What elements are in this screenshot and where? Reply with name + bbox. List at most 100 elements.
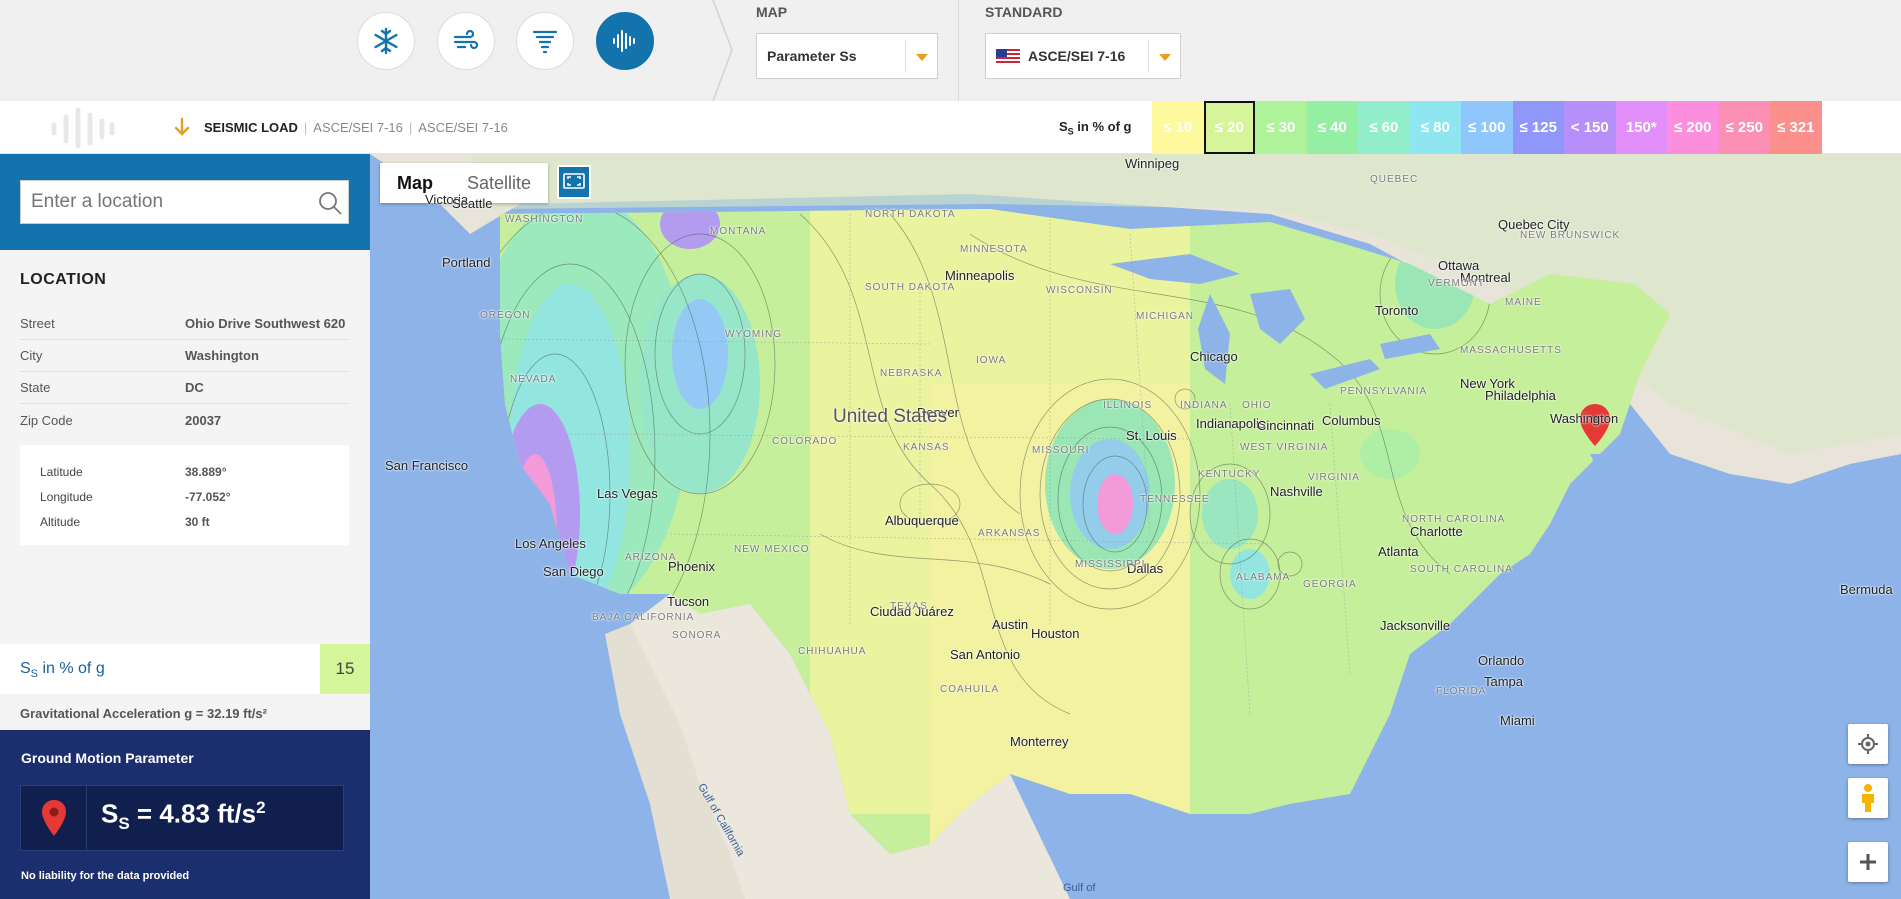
map-region-label: MISSISSIPPI (1075, 559, 1146, 570)
us-flag-icon (996, 48, 1020, 64)
map-region-label: MISSOURI (1032, 445, 1090, 456)
map-city-label: Indianapolis (1196, 416, 1266, 431)
map-city-label: Toronto (1375, 303, 1419, 318)
legend-bin[interactable]: ≤ 10 (1152, 101, 1204, 154)
legend-bin[interactable]: ≤ 60 (1358, 101, 1410, 154)
ss-result-value: 15 (320, 644, 370, 694)
legend-bin[interactable]: ≤ 100 (1461, 101, 1513, 154)
zoom-in-button[interactable] (1848, 842, 1888, 882)
my-location-button[interactable] (1848, 724, 1888, 764)
ground-motion-panel: Ground Motion Parameter SS = 4.83 ft/s2 … (0, 730, 370, 899)
map-region-label: IOWA (976, 355, 1007, 366)
search-icon[interactable] (318, 191, 342, 215)
map-city-label: New York (1460, 376, 1515, 391)
legend-bin[interactable]: 150* (1615, 101, 1667, 154)
location-pin-icon (21, 786, 87, 850)
standard-select[interactable]: ASCE/SEI 7-16 (985, 33, 1181, 79)
map-region-label: ARKANSAS (978, 528, 1041, 539)
legend-bin[interactable]: ≤ 80 (1409, 101, 1461, 154)
map-region-label: NEVADA (510, 374, 557, 385)
map-region-label: WASHINGTON (505, 214, 584, 225)
map-city-label: Austin (992, 617, 1029, 632)
street-view-button[interactable] (1848, 778, 1888, 818)
seismic-load-button[interactable] (596, 12, 654, 70)
map-city-label: Columbus (1322, 413, 1381, 428)
map-region-label: OREGON (480, 310, 531, 321)
map-region-label: COLORADO (772, 436, 838, 447)
map-region-label: VERMONT (1428, 278, 1485, 289)
legend-bin[interactable]: ≤ 250 (1718, 101, 1770, 154)
legend-bin[interactable]: ≤ 321 (1770, 101, 1822, 154)
location-search-input[interactable] (21, 181, 301, 223)
tornado-icon (532, 30, 558, 54)
ground-motion-title: Ground Motion Parameter (21, 750, 194, 766)
map-canvas[interactable] (370, 154, 1901, 899)
seismic-watermark-icon (51, 107, 115, 149)
map-region-label: COAHUILA (940, 684, 1000, 695)
map-region-label: NEW MEXICO (734, 544, 810, 555)
map-city-label: San Francisco (385, 458, 469, 473)
map-region-label: KANSAS (903, 442, 950, 453)
map-city-label: Minneapolis (945, 268, 1015, 283)
legend-bin[interactable]: ≤ 30 (1255, 101, 1307, 154)
legend-bin[interactable]: < 150 (1564, 101, 1616, 154)
search-box (20, 180, 349, 224)
plus-icon (1860, 854, 1876, 870)
map-country-label: United States (833, 406, 948, 427)
map-parameter-select[interactable]: Parameter Ss (756, 33, 938, 79)
map-region-label: CHIHUAHUA (798, 646, 867, 657)
breadcrumb-standard-2[interactable]: ASCE/SEI 7-16 (418, 120, 508, 135)
map-region-label: ILLINOIS (1103, 400, 1153, 411)
wind-icon (453, 29, 479, 50)
map-region-label: OHIO (1242, 400, 1272, 411)
breadcrumb-load[interactable]: SEISMIC LOAD (204, 120, 298, 135)
standard-value: ASCE/SEI 7-16 (1028, 48, 1126, 64)
map-region-label: VIRGINIA (1308, 472, 1360, 483)
map-region-label: TENNESSEE (1140, 494, 1210, 505)
map-city-label: Las Vegas (597, 486, 658, 501)
state-row: State DC (20, 372, 349, 404)
map-city-label: Washington (1550, 411, 1619, 426)
color-legend: ≤ 10 ≤ 20 ≤ 30 ≤ 40 ≤ 60 ≤ 80 ≤ 100 ≤ 125 < 150 1… (1152, 101, 1822, 154)
seismic-map[interactable]: Map Satellite Winnipeg Victoria Seattle Por… (370, 154, 1901, 899)
map-region-label: WYOMING (725, 329, 782, 340)
map-region-label: WISCONSIN (1046, 285, 1113, 296)
map-region-label: GEORGIA (1303, 579, 1357, 590)
map-label: MAP (756, 4, 788, 20)
legend-bin[interactable]: ≤ 125 (1512, 101, 1564, 154)
map-region-label: PENNSYLVANIA (1340, 386, 1428, 397)
map-city-label: Winnipeg (1125, 156, 1180, 171)
legend-bin[interactable]: ≤ 200 (1667, 101, 1719, 154)
map-region-label: ALABAMA (1236, 572, 1291, 583)
snow-load-button[interactable] (357, 12, 415, 70)
map-city-label: St. Louis (1126, 428, 1177, 443)
ground-motion-value: SS = 4.83 ft/s2 (101, 798, 266, 833)
standard-label: STANDARD (985, 4, 1063, 20)
map-region-label: SOUTH CAROLINA (1410, 564, 1513, 575)
breadcrumb: SEISMIC LOAD | ASCE/SEI 7-16 | ASCE/SEI … (174, 117, 508, 137)
zip-row: Zip Code 20037 (20, 412, 222, 428)
breadcrumb-standard[interactable]: ASCE/SEI 7-16 (313, 120, 403, 135)
longitude-row: Longitude -77.052° (40, 489, 231, 504)
section-divider (712, 0, 733, 101)
map-city-label: San Diego (543, 564, 604, 579)
map-city-label: Tampa (1484, 674, 1524, 689)
street-row: Street Ohio Drive Southwest 620 (20, 308, 349, 340)
fullscreen-button[interactable] (557, 165, 591, 199)
liability-note: No liability for the data provided (21, 870, 190, 882)
map-region-label: NEW BRUNSWICK (1520, 230, 1621, 241)
pegman-icon (1862, 784, 1874, 812)
latitude-row: Latitude 38.889° (40, 464, 227, 479)
snowflake-icon (374, 27, 398, 55)
ss-result-row: SS in % of g 15 (0, 644, 370, 694)
map-city-label: Miami (1500, 713, 1535, 728)
ground-motion-box: SS = 4.83 ft/s2 (20, 785, 344, 851)
map-city-label: Tucson (667, 594, 710, 609)
legend-bin[interactable]: ≤ 40 (1306, 101, 1358, 154)
map-city-label: Portland (442, 255, 491, 270)
map-region-label: KENTUCKY (1198, 469, 1261, 480)
tornado-load-button[interactable] (516, 12, 574, 70)
wind-load-button[interactable] (437, 12, 495, 70)
map-region-label: MAINE (1505, 297, 1542, 308)
legend-bin[interactable]: ≤ 20 (1203, 101, 1255, 154)
